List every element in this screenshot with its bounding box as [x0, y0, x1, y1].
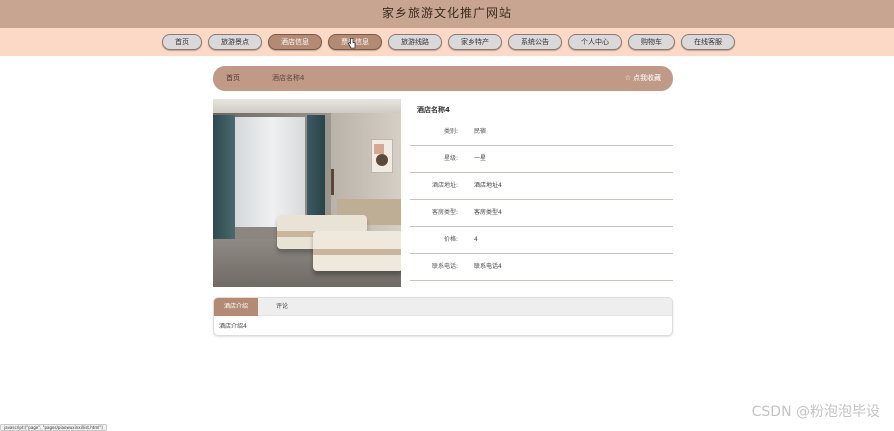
- nav-item-home[interactable]: 首页: [162, 34, 202, 50]
- detail-tabs: 酒店介绍 评论 酒店介绍4: [213, 297, 673, 336]
- info-label: 价格:: [443, 236, 458, 243]
- breadcrumb-home[interactable]: 首页: [226, 66, 240, 91]
- info-row-stars: 星级: 一星: [410, 146, 673, 173]
- info-row-phone: 联系电话: 联系电话4: [410, 254, 673, 281]
- hand-cursor-icon: [348, 38, 356, 49]
- info-row-address: 酒店地址: 酒店地址4: [410, 173, 673, 200]
- star-outline-icon: ☆: [624, 74, 631, 82]
- info-value: 一星: [474, 155, 487, 162]
- info-row-room-type: 客房类型: 客房类型4: [410, 200, 673, 227]
- nav-item-support[interactable]: 在线客服: [681, 34, 735, 50]
- info-row-category: 类别: 民宿: [410, 119, 673, 146]
- page: 家乡旅游文化推广网站 首页 旅游景点 酒店信息 票务信息 旅游线路 家乡特产 系…: [0, 0, 894, 431]
- info-label: 联系电话:: [431, 263, 458, 270]
- watermark: CSDN @粉泡泡毕设: [751, 404, 880, 420]
- nav-item-routes[interactable]: 旅游线路: [388, 34, 442, 50]
- info-label: 类别:: [443, 128, 458, 135]
- site-header: 家乡旅游文化推广网站: [0, 0, 894, 28]
- nav-item-cart[interactable]: 购物车: [628, 34, 675, 50]
- favorite-button[interactable]: ☆ 点我收藏: [625, 66, 661, 91]
- nav-list: 首页 旅游景点 酒店信息 票务信息 旅游线路 家乡特产 系统公告 个人中心 购物…: [162, 34, 735, 50]
- info-value: 民宿: [474, 128, 487, 135]
- info-value: 酒店地址4: [474, 182, 502, 189]
- info-label: 星级:: [443, 155, 458, 162]
- tab-content: 酒店介绍4: [219, 323, 247, 330]
- info-value: 联系电话4: [474, 263, 502, 270]
- status-bar-url: javascript:("page", "pages/piaowuxinxi/l…: [0, 424, 107, 431]
- info-label: 酒店地址:: [431, 182, 458, 189]
- site-title: 家乡旅游文化推广网站: [381, 6, 512, 20]
- tab-hotel-intro[interactable]: 酒店介绍: [214, 298, 258, 316]
- info-row-price: 价格: 4: [410, 227, 673, 254]
- info-value: 客房类型4: [474, 209, 502, 216]
- info-value: 4: [474, 236, 478, 243]
- tab-comments[interactable]: 评论: [264, 298, 300, 316]
- hotel-name: 酒店名称4: [417, 106, 450, 114]
- tabs-header: 酒店介绍 评论: [214, 298, 672, 316]
- info-label: 客房类型:: [431, 209, 458, 216]
- hotel-photo: [213, 99, 401, 287]
- nav-item-specialties[interactable]: 家乡特产: [448, 34, 502, 50]
- main-nav: 首页 旅游景点 酒店信息 票务信息 旅游线路 家乡特产 系统公告 个人中心 购物…: [0, 28, 894, 56]
- nav-item-attractions[interactable]: 旅游景点: [208, 34, 262, 50]
- breadcrumb-current: 酒店名称4: [272, 74, 305, 82]
- favorite-label: 点我收藏: [633, 74, 661, 82]
- nav-item-announcements[interactable]: 系统公告: [508, 34, 562, 50]
- nav-item-hotels[interactable]: 酒店信息: [268, 34, 322, 50]
- breadcrumb: 首页 酒店名称4 ☆ 点我收藏: [213, 66, 673, 91]
- nav-item-profile[interactable]: 个人中心: [568, 34, 622, 50]
